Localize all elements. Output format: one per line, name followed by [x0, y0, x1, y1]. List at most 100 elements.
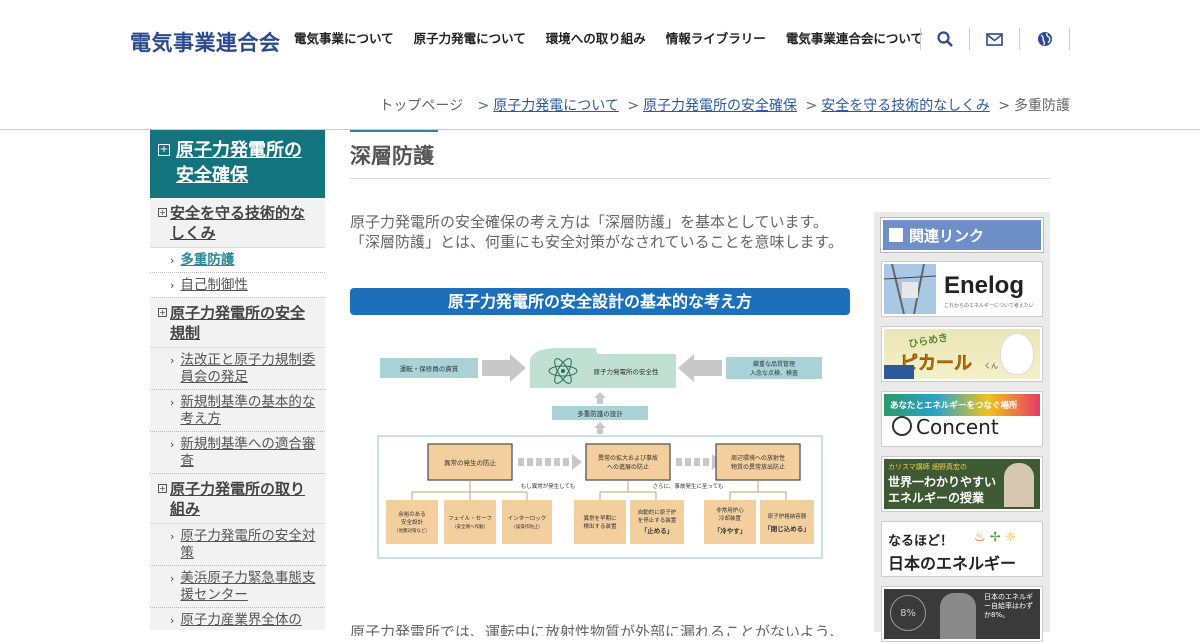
chevron-right-icon: › [170, 614, 175, 627]
sidebar-item-law-revision[interactable]: › 法改正と原子力規制委員会の発足 [150, 348, 325, 390]
sidebar-item-label[interactable]: 新規制基準の基本的な考え方 [180, 394, 319, 428]
diagram-label: 安全設計 [401, 518, 424, 526]
breadcrumb-separator: > [805, 98, 818, 114]
diagram-label: （誤操作防止） [511, 523, 543, 530]
diagram-label: 「冷やす」 [714, 526, 747, 535]
link-list-icon [889, 228, 903, 242]
diagram-label: フェイル・セーフ [448, 515, 492, 522]
dashed-arrow-icon [676, 454, 722, 470]
plus-box-icon: + [158, 308, 167, 317]
mascot-bulb-image [1000, 333, 1034, 375]
diagram-label: を停止する装置 [638, 516, 677, 524]
plus-box-icon: + [158, 484, 167, 493]
power-line-worker-image [884, 264, 936, 314]
breadcrumb-separator: > [477, 98, 490, 114]
sidebar-item-self-control[interactable]: › 自己制御性 [150, 273, 325, 298]
sidebar-item-label[interactable]: 美浜原子力緊急事態支援センター [180, 570, 319, 604]
sidebar-item-multiple-protection[interactable]: › 多重防護 [150, 248, 325, 273]
sidebar-item-label[interactable]: 原子力産業界全体の [180, 612, 302, 629]
lecturer-photo [1004, 463, 1034, 507]
presenter-photo [940, 593, 976, 639]
chevron-right-icon: › [170, 530, 175, 543]
sidebar-section-link[interactable]: 原子力発電所の安全規制 [170, 303, 319, 343]
site-logo[interactable]: 電気事業連合会 [130, 27, 281, 57]
diagram-label: 原子力発電所の安全性 [594, 367, 660, 376]
body-text: 原子力発電所では、運転中に放射性物質が外部に漏れることがないよう、 [350, 623, 845, 636]
breadcrumb-current: 多重防護 [1014, 98, 1070, 114]
diagram-label: （安全側へ作動） [452, 523, 488, 530]
sidebar-item-industry[interactable]: › 原子力産業界全体の [150, 608, 325, 630]
diagram-box-early-detection [574, 500, 626, 544]
arrow-right-icon [482, 354, 526, 382]
sidebar-head-link[interactable]: 原子力発電所の安全確保 [176, 138, 317, 188]
diagram-note: さらに、事故発生に至っても [653, 482, 724, 490]
sidebar: + 原子力発電所の安全確保 + 安全を守る技術的なしくみ › 多重防護 › 自己… [150, 130, 325, 630]
diagram-box-interlock [502, 500, 552, 544]
banner-suffix: くん [984, 362, 998, 370]
plus-box-icon: + [158, 144, 170, 156]
diagram-label: 自動的に原子炉 [638, 508, 677, 516]
sidebar-item-label[interactable]: 新規制基準への適合審査 [180, 436, 319, 470]
sidebar-item-safety-measures[interactable]: › 原子力発電所の安全対策 [150, 524, 325, 566]
sidebar-item-label[interactable]: 多重防護 [180, 252, 234, 269]
breadcrumb-link-safety[interactable]: 原子力発電所の安全確保 [643, 98, 797, 114]
page-title: 深層防護 [350, 140, 1050, 179]
nav-environment[interactable]: 環境への取り組み [546, 30, 646, 48]
chevron-right-icon: › [170, 572, 175, 585]
banner-self-sufficiency[interactable]: 8% 日本のエネルギー自給率はわずか8%。 [881, 586, 1043, 642]
diagram-label: 入念な点検、検査 [750, 369, 798, 377]
banner-subtitle: あなたとエネルギーをつなぐ場所 [890, 401, 1018, 411]
sidebar-item-label[interactable]: 自己制御性 [180, 277, 248, 294]
nav-library[interactable]: 情報ライブラリー [666, 30, 766, 48]
diagram-label: 多重防護の設計 [577, 409, 623, 418]
mail-icon [986, 32, 1003, 46]
nav-about[interactable]: 電気事業連合会について [786, 30, 923, 48]
sidebar-item-mihama-center[interactable]: › 美浜原子力緊急事態支援センター [150, 566, 325, 608]
diagram-label: 原子炉格納容器 [768, 512, 807, 520]
diagram-label: 物質の異常放出防止 [731, 463, 785, 471]
diagram-label: への進展の防止 [607, 463, 649, 471]
main-content: 深層防護 原子力発電所の安全確保の考え方は「深層防護」を基本としています。「深層… [350, 130, 1050, 636]
language-button[interactable] [1020, 28, 1070, 50]
diagram-label: 検出する装置 [583, 522, 617, 530]
breadcrumb-separator: > [627, 98, 640, 114]
global-nav: 電気事業について 原子力発電について 環境への取り組み 情報ライブラリー 電気事… [284, 30, 933, 48]
sidebar-item-label[interactable]: 法改正と原子力規制委員会の発足 [180, 352, 319, 386]
banner-subtitle: これからのエネルギーについて考えたい [944, 303, 1034, 309]
diagram-step-escalation [585, 443, 671, 481]
sidebar-section-technical: + 安全を守る技術的なしくみ [150, 198, 325, 248]
diagram-step-release [715, 443, 801, 481]
banner-subtitle: 世界一わかりやすい [888, 475, 997, 489]
sidebar-section-link[interactable]: 安全を守る技術的なしくみ [170, 203, 319, 243]
title-accent-bar [350, 130, 438, 132]
defense-in-depth-diagram: 運転・保修員の資質 原子力発電所の安全性 厳重な品質管理 入念な点検、検査 多重… [377, 348, 823, 559]
diagram-label: 非常用炉心 [716, 506, 744, 514]
banner-japan-energy[interactable]: なるほど！ ♨ ✢ ☼ 日本のエネルギー [881, 521, 1043, 577]
nav-electric-business[interactable]: 電気事業について [294, 30, 394, 48]
sidebar-item-new-standards[interactable]: › 新規制基準の基本的な考え方 [150, 390, 325, 432]
banner-enelog[interactable]: Enelog これからのエネルギーについて考えたい [881, 261, 1043, 317]
banner-title: 日本のエネルギー自給率はわずか8%。 [984, 593, 1033, 619]
sidebar-section-link[interactable]: 原子力発電所の取り組み [170, 479, 319, 519]
nav-nuclear-power[interactable]: 原子力発電について [414, 30, 526, 48]
diagram-label: 異常を早期に [583, 514, 616, 522]
banner-energy-class[interactable]: カリスマ講師 細野真宏の 世界一わかりやすい エネルギーの授業 [881, 456, 1043, 512]
sidebar-item-label[interactable]: 原子力発電所の安全対策 [180, 528, 319, 562]
chevron-right-icon: › [170, 396, 175, 409]
sidebar-item-conformity-review[interactable]: › 新規制基準への適合審査 [150, 432, 325, 474]
banner-concent[interactable]: あなたとエネルギーをつなぐ場所 Concent [881, 391, 1043, 447]
arrow-up-icon [594, 422, 606, 434]
diagram-note: もし異常が発生しても [521, 482, 576, 490]
breadcrumb-link-nuclear[interactable]: 原子力発電について [493, 98, 619, 114]
search-button[interactable] [920, 28, 970, 50]
breadcrumb-link-technical[interactable]: 安全を守る技術的なしくみ [821, 98, 990, 114]
breadcrumb-home[interactable]: トップページ [379, 98, 463, 114]
banner-pikaru[interactable]: ひらめき ピカール くん [881, 326, 1043, 382]
chevron-right-icon: › [170, 438, 175, 451]
banner-title: 日本のエネルギー [888, 554, 1017, 573]
related-links-title: 関連リンク [909, 226, 985, 245]
diagram-box-cooling [704, 500, 756, 544]
intro-text: 原子力発電所の安全確保の考え方は「深層防護」を基本としています。「深層防護」とは… [350, 213, 844, 251]
arrow-left-icon [678, 354, 722, 382]
mail-button[interactable] [970, 28, 1020, 50]
